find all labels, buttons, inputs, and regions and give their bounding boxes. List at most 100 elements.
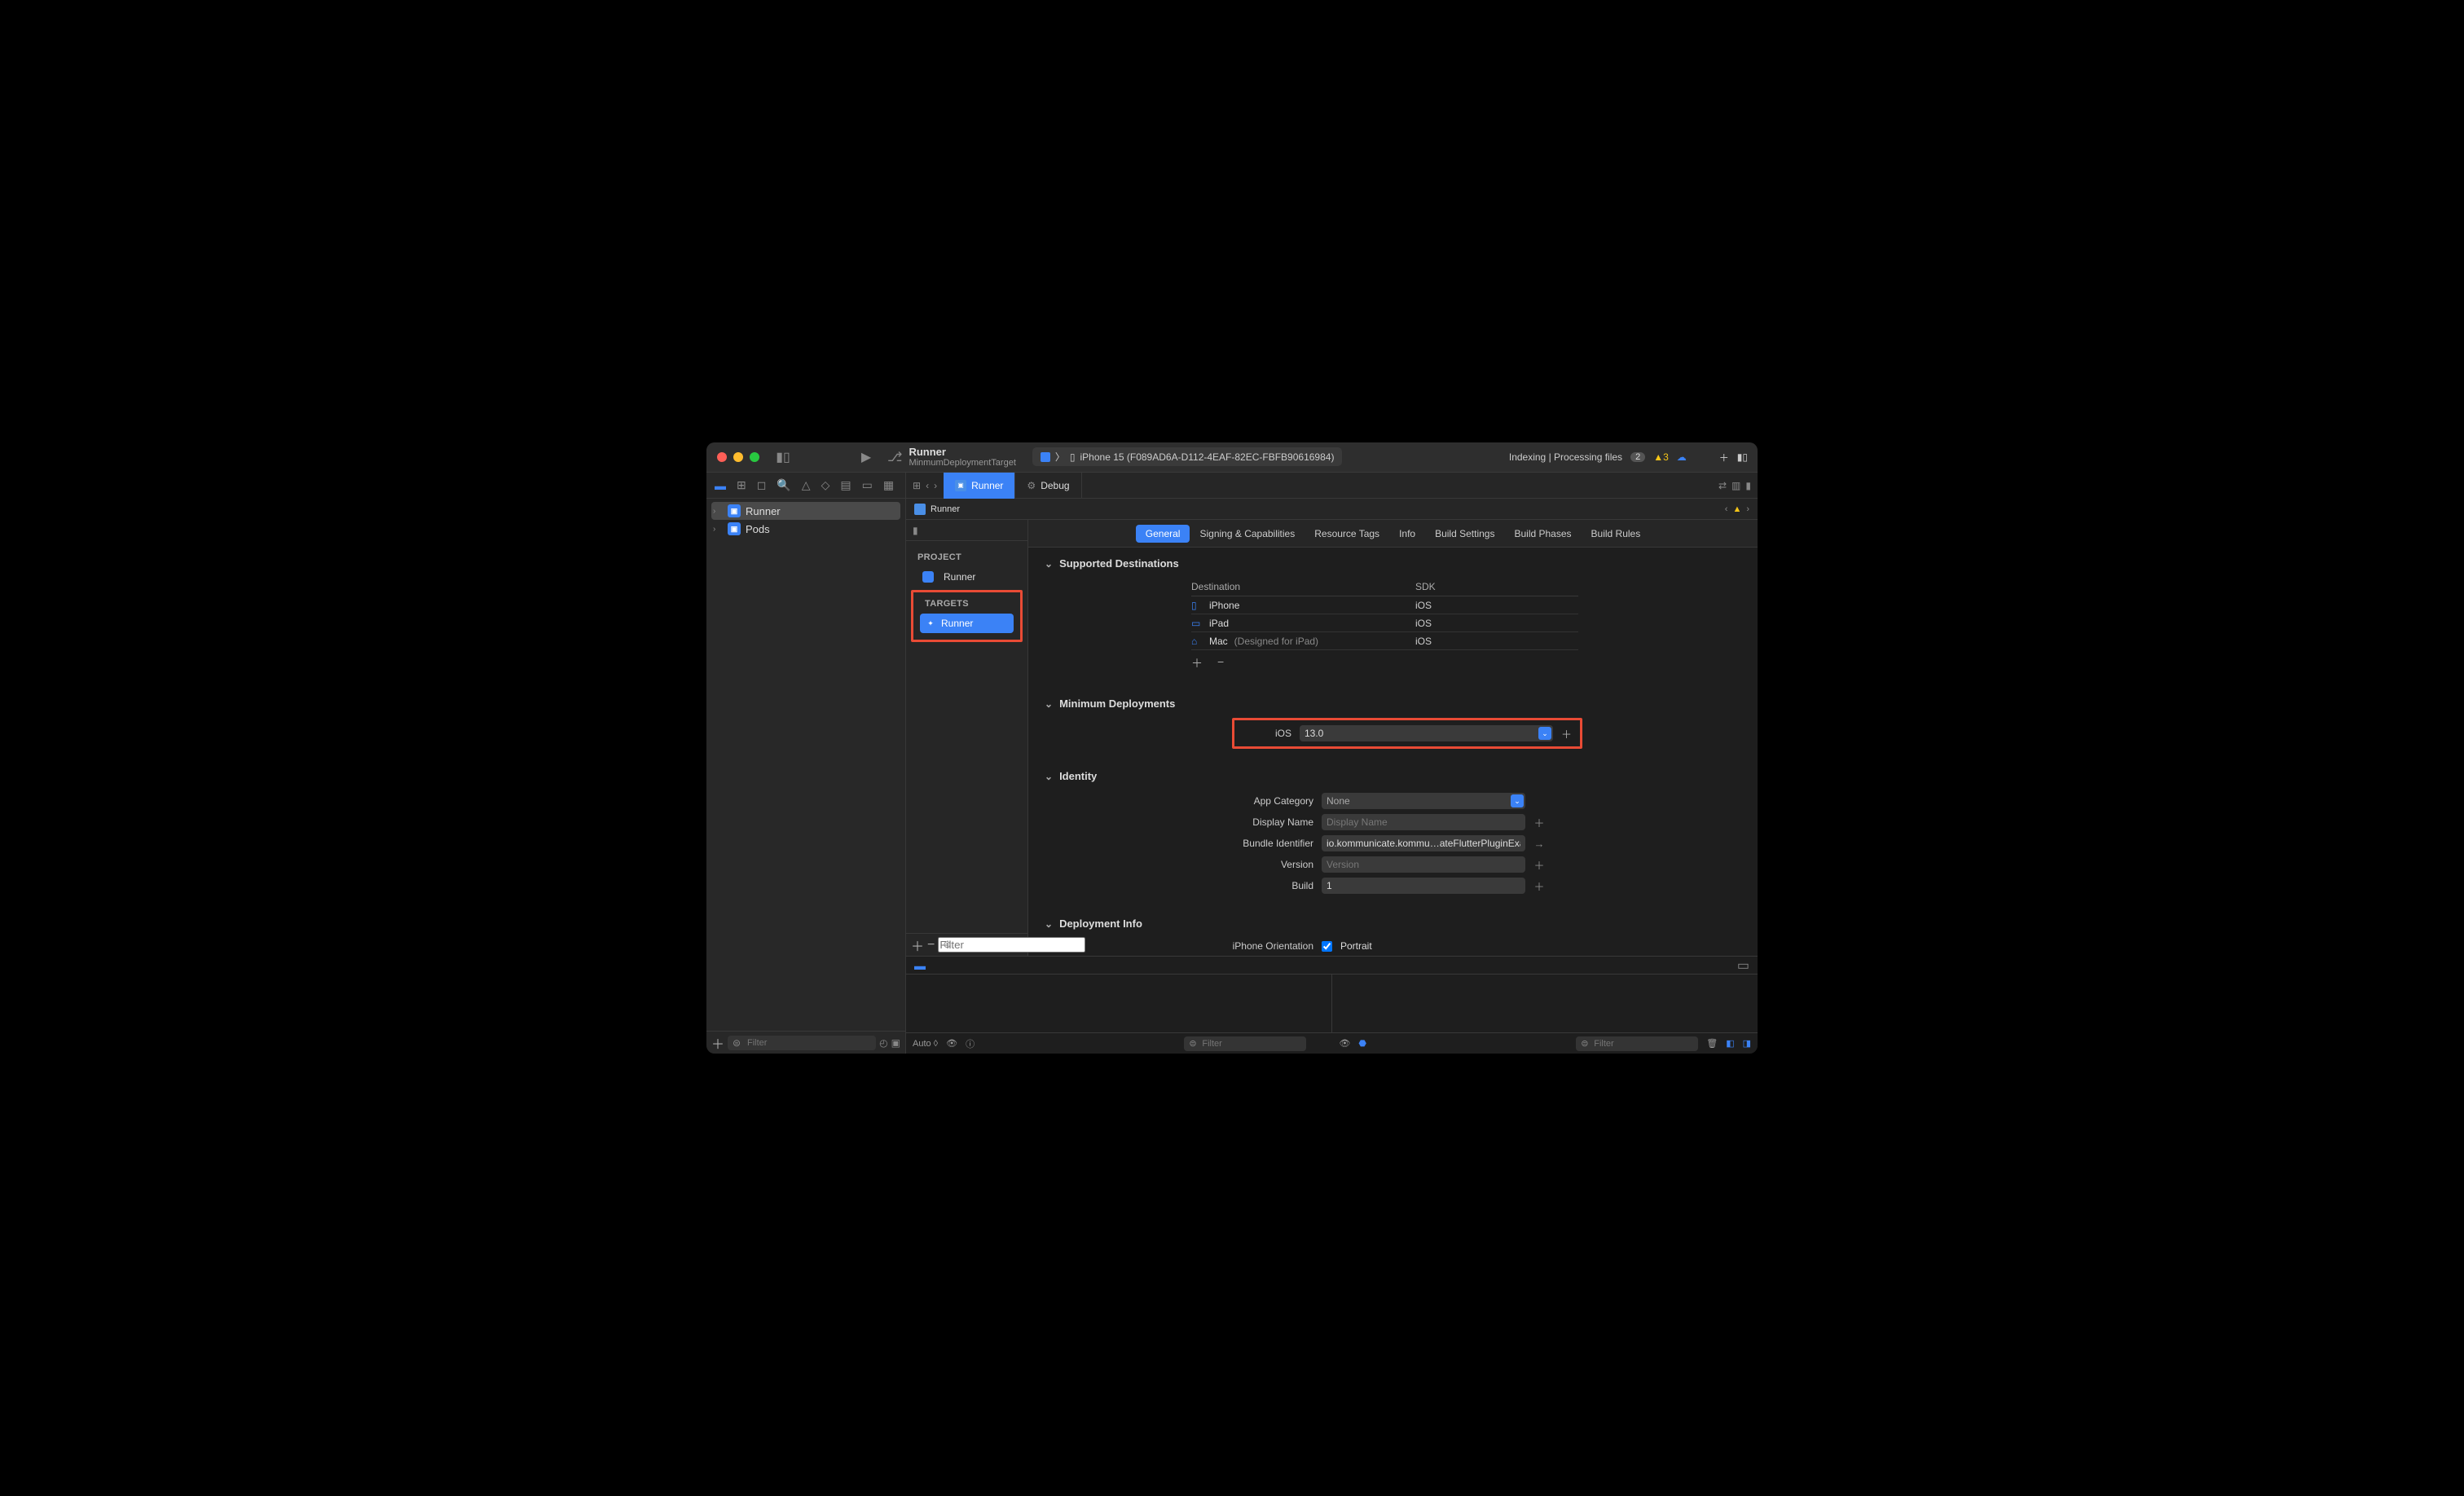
tab-build-settings[interactable]: Build Settings	[1425, 525, 1504, 543]
section-minimum-deployments[interactable]: Minimum Deployments	[1045, 697, 1741, 710]
bookmark-icon[interactable]: ◻	[757, 478, 767, 492]
recent-icon[interactable]: ◴	[879, 1037, 887, 1049]
deployment-version-select[interactable]: 13.0 ⌄	[1300, 725, 1553, 741]
section-supported-destinations[interactable]: Supported Destinations	[1045, 557, 1741, 570]
editor-options-icon[interactable]: ⇄	[1718, 480, 1727, 491]
breakpoint-icon[interactable]: ⬣	[1358, 1038, 1366, 1049]
section-identity[interactable]: Identity	[1045, 770, 1741, 782]
run-button[interactable]: ▶	[858, 449, 874, 465]
project-name: Runner	[944, 571, 975, 583]
mac-icon: ⌂	[1191, 636, 1203, 647]
remove-target-button[interactable]: −	[927, 938, 935, 953]
display-name-field[interactable]	[1322, 814, 1525, 830]
add-deployment-button[interactable]: ＋	[1561, 726, 1572, 741]
debug-icon[interactable]: ▤	[840, 478, 851, 492]
project-row[interactable]: Runner	[906, 567, 1027, 587]
jump-next[interactable]: ›	[1746, 504, 1749, 514]
add-button[interactable]: ＋	[1719, 451, 1729, 464]
console-toggle-icon[interactable]: ▭	[1737, 957, 1749, 974]
minimize-window[interactable]	[733, 452, 743, 462]
destination-row[interactable]: ⌂Mac (Designed for iPad) iOS	[1191, 632, 1578, 650]
build-field[interactable]	[1322, 878, 1525, 894]
find-icon[interactable]: 🔍	[777, 478, 790, 492]
portrait-checkbox[interactable]	[1322, 941, 1332, 952]
project-tree: › ▣ Runner › ▣ Pods	[706, 499, 905, 1031]
nav-forward[interactable]: ›	[934, 480, 937, 491]
settings-content: General Signing & Capabilities Resource …	[1028, 520, 1758, 956]
breakpoints-icon[interactable]: ▭	[862, 478, 873, 492]
remove-destination-button[interactable]: −	[1217, 655, 1224, 671]
tab-signing[interactable]: Signing & Capabilities	[1190, 525, 1305, 543]
destination-row[interactable]: ▯iPhone iOS	[1191, 596, 1578, 614]
warning-icon[interactable]: ▲3	[1653, 451, 1669, 463]
jump-prev[interactable]: ‹	[1725, 504, 1728, 514]
navigator-filter[interactable]	[728, 1036, 876, 1050]
breadcrumb-item[interactable]: Runner	[931, 504, 960, 514]
tab-debug[interactable]: ⚙ Debug	[1015, 473, 1081, 499]
tree-item-runner[interactable]: › ▣ Runner	[711, 502, 900, 520]
arrow-right-icon[interactable]: →	[1533, 838, 1545, 850]
scheme-selector[interactable]: ⎇ Runner MinmumDeploymentTarget 〉 ▯ iPho…	[879, 447, 1509, 468]
add-button[interactable]: ＋	[1533, 878, 1545, 894]
tab-runner[interactable]: ▣ Runner	[944, 473, 1015, 499]
disclosure-chevron[interactable]: ›	[713, 507, 723, 516]
adjust-editor-icon[interactable]: ▥	[1731, 480, 1740, 491]
device-selector[interactable]: 〉 ▯ iPhone 15 (F089AD6A-D112-4EAF-82EC-F…	[1032, 447, 1343, 466]
warning-icon[interactable]: ▲	[1732, 504, 1741, 514]
pane-right-icon[interactable]: ◨	[1743, 1038, 1751, 1049]
orientation-label: iPhone Orientation	[1061, 940, 1313, 952]
app-category-select[interactable]: None ⌄	[1322, 793, 1525, 809]
nav-back[interactable]: ‹	[926, 480, 929, 491]
disclosure-chevron[interactable]: ›	[713, 525, 723, 534]
sidebar-collapse[interactable]: ▮	[906, 520, 1027, 541]
target-filter[interactable]	[938, 937, 1085, 953]
cloud-icon[interactable]: ☁	[1677, 451, 1687, 463]
tree-label: Runner	[746, 505, 781, 517]
tab-build-phases[interactable]: Build Phases	[1504, 525, 1581, 543]
related-items-icon[interactable]: ⊞	[913, 480, 921, 491]
navigator-selector: ▬ ⊞ ◻ 🔍 △ ◇ ▤ ▭ ▦	[706, 473, 905, 499]
add-button[interactable]: ＋	[1533, 857, 1545, 873]
issues-icon[interactable]: △	[802, 478, 811, 492]
section-deployment-info[interactable]: Deployment Info	[1045, 917, 1741, 930]
chevron-down-icon: ⌄	[1511, 794, 1524, 807]
branch-name: MinmumDeploymentTarget	[909, 458, 1015, 468]
add-file-button[interactable]: ＋	[711, 1033, 724, 1053]
tab-info[interactable]: Info	[1389, 525, 1425, 543]
add-editor-icon[interactable]: ▮	[1745, 480, 1751, 491]
close-window[interactable]	[717, 452, 727, 462]
bundle-id-field[interactable]	[1322, 835, 1525, 851]
project-icon	[914, 504, 926, 515]
add-target-button[interactable]: ＋	[911, 935, 924, 955]
target-row[interactable]: ✦ Runner	[920, 614, 1014, 633]
tab-build-rules[interactable]: Build Rules	[1582, 525, 1651, 543]
ipad-icon: ▭	[1191, 618, 1203, 629]
tab-bar: ⊞ ‹ › ▣ Runner ⚙ Debug ⇄ ▥ ▮	[906, 473, 1758, 499]
eye-icon[interactable]: 👁	[1339, 1038, 1350, 1049]
tab-general[interactable]: General	[1136, 525, 1190, 543]
version-field[interactable]	[1322, 856, 1525, 873]
project-navigator-icon[interactable]: ▬	[715, 479, 726, 492]
pods-icon: ▣	[728, 522, 741, 535]
zoom-window[interactable]	[750, 452, 759, 462]
add-destination-button[interactable]: ＋	[1191, 655, 1203, 671]
tab-resource-tags[interactable]: Resource Tags	[1305, 525, 1389, 543]
editor-area: ⊞ ‹ › ▣ Runner ⚙ Debug ⇄ ▥ ▮	[906, 473, 1758, 1054]
debug-tab-icon[interactable]: ▬	[914, 959, 926, 972]
reports-icon[interactable]: ▦	[883, 478, 894, 492]
tests-icon[interactable]: ◇	[821, 478, 830, 492]
source-control-icon[interactable]: ⊞	[737, 478, 746, 492]
add-button[interactable]: ＋	[1533, 815, 1545, 830]
tree-item-pods[interactable]: › ▣ Pods	[706, 520, 905, 538]
trash-icon[interactable]: 🗑	[1706, 1038, 1718, 1049]
variables-filter[interactable]	[1184, 1036, 1306, 1051]
auto-selector[interactable]: Auto ◊	[913, 1039, 938, 1049]
library-icon[interactable]: ▮▯	[1737, 451, 1748, 463]
scm-filter-icon[interactable]: ▣	[891, 1037, 900, 1049]
eye-icon[interactable]: 👁	[946, 1038, 957, 1049]
sidebar-toggle-icon[interactable]: ▮▯	[775, 449, 791, 465]
console-filter[interactable]	[1576, 1036, 1698, 1051]
destination-row[interactable]: ▭iPad iOS	[1191, 614, 1578, 632]
info-icon[interactable]: ⓘ	[966, 1037, 975, 1050]
pane-left-icon[interactable]: ◧	[1726, 1038, 1734, 1049]
